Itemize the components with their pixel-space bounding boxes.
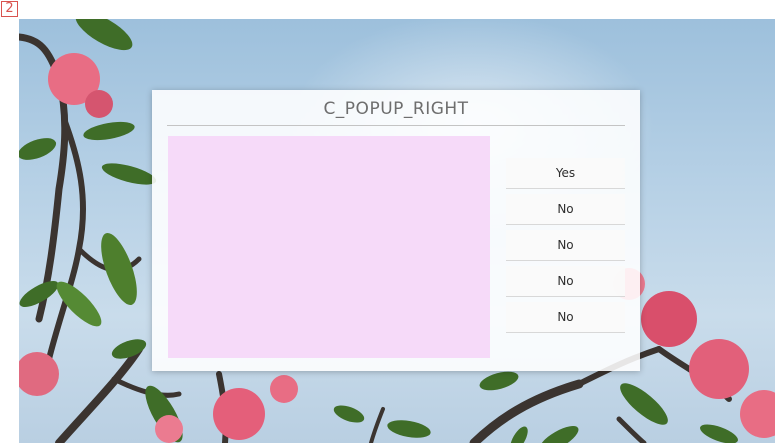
no-button-4[interactable]: No	[506, 302, 625, 333]
page-number-badge: 2	[1, 1, 18, 17]
no-button-1[interactable]: No	[506, 194, 625, 225]
no-button-3[interactable]: No	[506, 266, 625, 297]
no-button-2[interactable]: No	[506, 230, 625, 261]
yes-button[interactable]: Yes	[506, 158, 625, 189]
wallpaper: C_POPUP_RIGHT Yes No No No No	[19, 19, 775, 443]
popup-button-list: Yes No No No No	[506, 158, 625, 338]
title-divider	[167, 125, 625, 126]
popup-dialog: C_POPUP_RIGHT Yes No No No No	[152, 90, 640, 371]
popup-content-area	[168, 136, 490, 358]
popup-title: C_POPUP_RIGHT	[323, 99, 469, 119]
